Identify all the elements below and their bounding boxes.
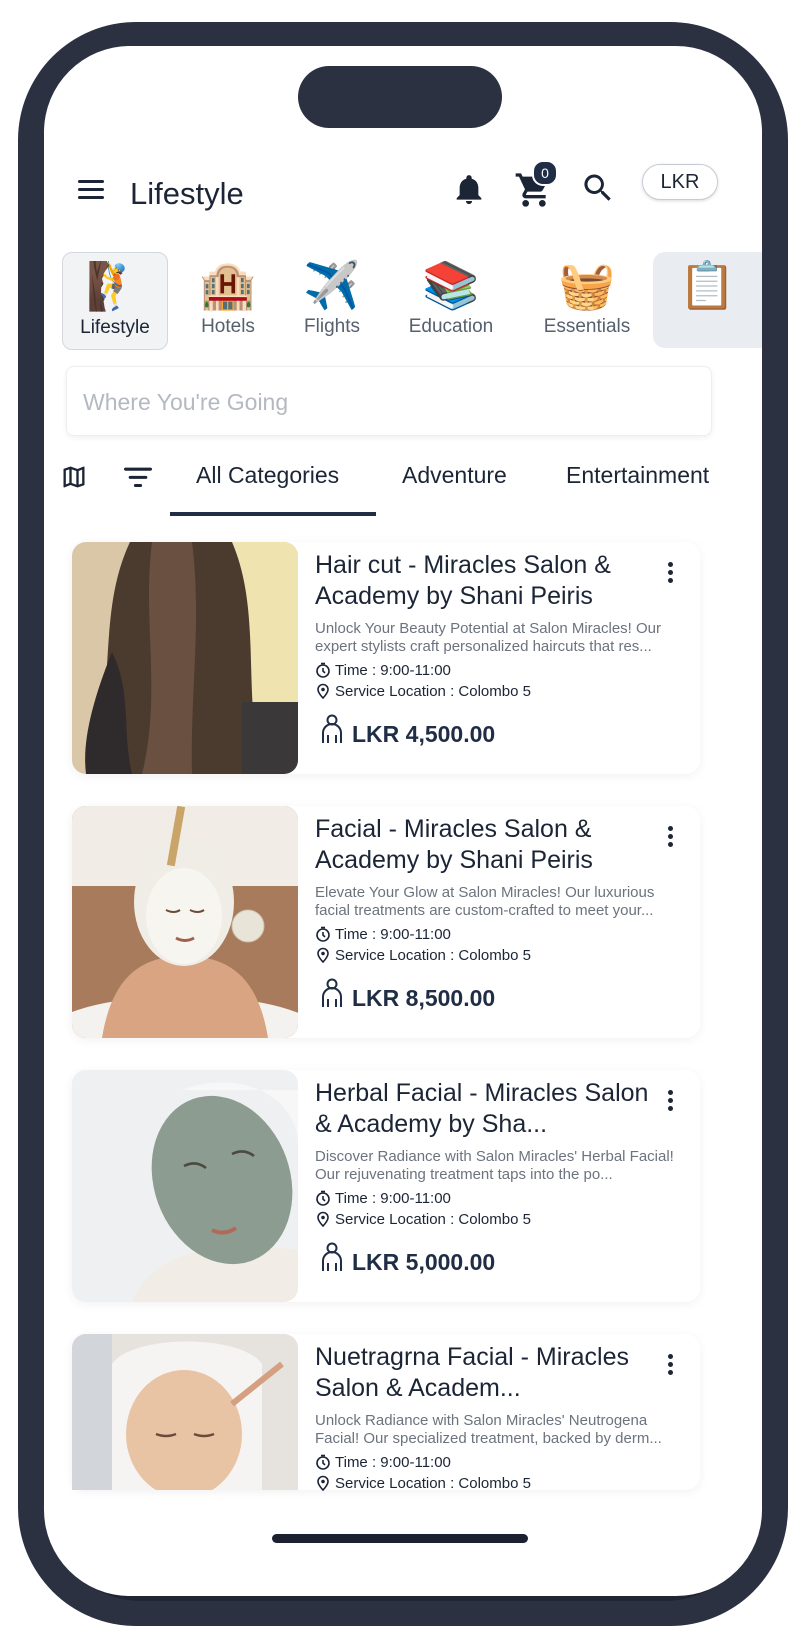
hamburger-menu-icon[interactable]: [78, 180, 104, 200]
listing-price: LKR 5,000.00: [320, 1242, 495, 1276]
listing-card[interactable]: Hair cut - Miracles Salon & Academy by S…: [72, 542, 700, 774]
hotel-icon: 🏨: [199, 259, 257, 311]
location-pin-icon: [317, 1475, 329, 1492]
listing-location: Service Location : Colombo 5: [315, 1211, 531, 1228]
timer-icon: [316, 926, 330, 942]
category-tabs: All Categories Adventure Entertainment: [44, 454, 762, 518]
listing-price: LKR 4,500.00: [320, 714, 495, 748]
filter-icon[interactable]: [124, 466, 152, 488]
listing-time: Time : 9:00-11:00: [315, 926, 451, 943]
listing-card[interactable]: Nuetragrna Facial - Miracles Salon & Aca…: [72, 1334, 700, 1492]
category-label: Education: [408, 316, 494, 337]
listing-price-text: LKR 4,500.00: [352, 721, 496, 747]
category-bar: 🧗 Lifestyle 🏨 Hotels ✈️ Flights 📚 Educat…: [44, 252, 762, 352]
listing-title: Herbal Facial - Miracles Salon & Academy…: [315, 1079, 649, 1138]
category-hotels[interactable]: 🏨 Hotels: [180, 252, 276, 348]
listing-location: Service Location : Colombo 5: [315, 1475, 531, 1492]
location-pin-icon: [317, 947, 329, 964]
listing-time: Time : 9:00-11:00: [315, 1454, 451, 1471]
destination-search-input[interactable]: [67, 367, 685, 437]
listing-image: [72, 1334, 298, 1490]
listing-time-text: Time : 9:00-11:00: [335, 1190, 451, 1207]
tab-adventure[interactable]: Adventure: [402, 462, 507, 489]
more-options-icon[interactable]: [662, 1086, 678, 1116]
books-icon: 📚: [422, 259, 480, 311]
timer-icon: [316, 1454, 330, 1470]
more-options-icon[interactable]: [662, 822, 678, 852]
listing-image: [72, 806, 298, 1038]
category-lifestyle[interactable]: 🧗 Lifestyle: [62, 252, 168, 350]
page-title: Lifestyle: [130, 176, 244, 211]
lifestyle-climber-icon: 🧗: [86, 260, 144, 312]
currency-selector[interactable]: LKR: [642, 164, 718, 200]
category-more[interactable]: 📋: [653, 252, 762, 348]
listing-time-text: Time : 9:00-11:00: [335, 662, 451, 679]
listing-title: Hair cut - Miracles Salon & Academy by S…: [315, 551, 611, 610]
more-options-icon[interactable]: [662, 1350, 678, 1380]
listing-time-text: Time : 9:00-11:00: [335, 1454, 451, 1471]
listing-description: Unlock Radiance with Salon Miracles' Neu…: [315, 1412, 662, 1447]
listing-time: Time : 9:00-11:00: [315, 1190, 451, 1207]
listing-price: LKR 8,500.00: [320, 978, 495, 1012]
bell-icon[interactable]: [452, 172, 486, 208]
listing-title: Facial - Miracles Salon & Academy by Sha…: [315, 815, 593, 874]
category-label: Essentials: [543, 316, 631, 337]
listing-location-text: Service Location : Colombo 5: [335, 1211, 531, 1228]
phone-screen: Lifestyle 0 LKR 🧗 Lifestyle 🏨 Hotels ✈️ …: [44, 46, 762, 1596]
tab-all-categories[interactable]: All Categories: [196, 462, 339, 489]
listing-image: [72, 1070, 298, 1302]
tab-entertainment[interactable]: Entertainment: [566, 462, 709, 489]
basket-icon: 🧺: [558, 259, 616, 311]
person-icon: [322, 714, 342, 743]
listing-title: Nuetragrna Facial - Miracles Salon & Aca…: [315, 1343, 629, 1402]
active-tab-indicator: [170, 512, 376, 516]
timer-icon: [316, 1190, 330, 1206]
listing-card[interactable]: Facial - Miracles Salon & Academy by Sha…: [72, 806, 700, 1038]
category-essentials[interactable]: 🧺 Essentials: [530, 252, 644, 348]
listing-image: [72, 542, 298, 774]
listing-card[interactable]: Herbal Facial - Miracles Salon & Academy…: [72, 1070, 700, 1302]
person-icon: [322, 978, 342, 1007]
category-label: Lifestyle: [80, 317, 150, 338]
listing-location-text: Service Location : Colombo 5: [335, 947, 531, 964]
map-icon[interactable]: [60, 462, 88, 492]
clipboard-icon: 📋: [678, 259, 737, 311]
listing-time: Time : 9:00-11:00: [315, 662, 451, 679]
listing-description: Elevate Your Glow at Salon Miracles! Our…: [315, 884, 655, 919]
listing-price-text: LKR 8,500.00: [352, 985, 496, 1011]
listing-price-text: LKR 5,000.00: [352, 1249, 496, 1275]
listing-location-text: Service Location : Colombo 5: [335, 683, 531, 700]
person-icon: [322, 1242, 342, 1271]
more-options-icon[interactable]: [662, 558, 678, 588]
category-flights[interactable]: ✈️ Flights: [288, 252, 376, 348]
search-icon[interactable]: [580, 170, 616, 206]
category-label: Flights: [304, 316, 360, 337]
listing-location-text: Service Location : Colombo 5: [335, 1475, 531, 1492]
dynamic-island: [298, 66, 502, 128]
listing-location: Service Location : Colombo 5: [315, 947, 531, 964]
location-pin-icon: [317, 1211, 329, 1228]
category-education[interactable]: 📚 Education: [398, 252, 504, 348]
timer-icon: [316, 662, 330, 678]
airplane-icon: ✈️: [303, 259, 361, 311]
location-pin-icon: [317, 683, 329, 700]
listing-time-text: Time : 9:00-11:00: [335, 926, 451, 943]
listing-description: Discover Radiance with Salon Miracles' H…: [315, 1148, 674, 1183]
destination-search: [66, 366, 712, 437]
listing-location: Service Location : Colombo 5: [315, 683, 531, 700]
cart-count-badge: 0: [532, 160, 558, 186]
app-header: Lifestyle 0 LKR: [44, 160, 762, 226]
category-label: Hotels: [201, 316, 255, 337]
home-indicator[interactable]: [272, 1534, 528, 1543]
listing-description: Unlock Your Beauty Potential at Salon Mi…: [315, 620, 662, 655]
